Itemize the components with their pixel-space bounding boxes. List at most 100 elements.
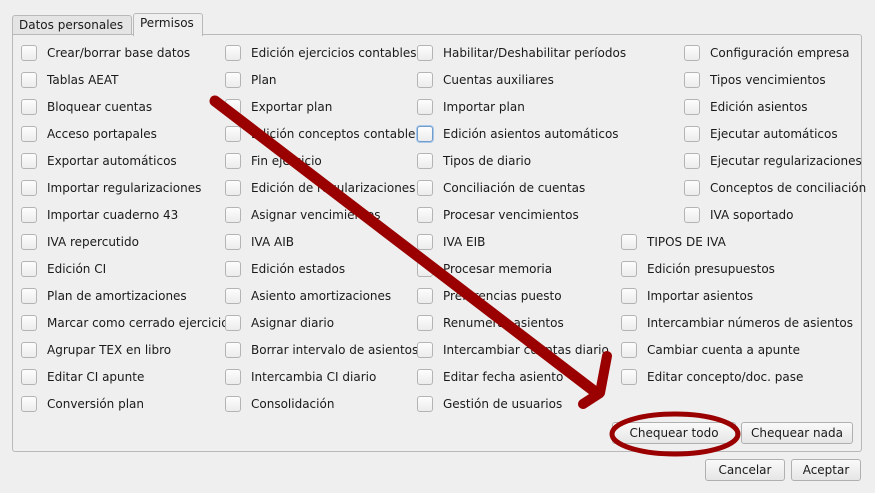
permission-checkbox[interactable]: Crear/borrar base datos (21, 42, 190, 64)
permission-checkbox[interactable]: IVA repercutido (21, 231, 139, 253)
permission-checkbox[interactable]: Plan (225, 69, 277, 91)
checkbox-box[interactable] (21, 180, 37, 196)
permission-checkbox[interactable]: Editar CI apunte (21, 366, 144, 388)
permission-checkbox[interactable]: Conversión plan (21, 393, 144, 415)
checkbox-box[interactable] (225, 234, 241, 250)
checkbox-box[interactable] (21, 99, 37, 115)
checkbox-box[interactable] (21, 342, 37, 358)
tab-permisos[interactable]: Permisos (133, 13, 203, 36)
checkbox-box[interactable] (621, 315, 637, 331)
checkbox-box[interactable] (225, 153, 241, 169)
permission-checkbox[interactable]: Gestión de usuarios (417, 393, 562, 415)
permission-checkbox[interactable]: Conciliación de cuentas (417, 177, 585, 199)
checkbox-box[interactable] (225, 207, 241, 223)
checkbox-box[interactable] (621, 342, 637, 358)
permission-checkbox[interactable]: Edición de regularizaciones (225, 177, 415, 199)
checkbox-box[interactable] (225, 342, 241, 358)
accept-button[interactable]: Aceptar (791, 459, 861, 481)
checkbox-box[interactable] (417, 126, 433, 142)
checkbox-box[interactable] (225, 126, 241, 142)
permission-checkbox[interactable]: Importar plan (417, 96, 525, 118)
checkbox-box[interactable] (621, 369, 637, 385)
checkbox-box[interactable] (417, 234, 433, 250)
checkbox-box[interactable] (225, 45, 241, 61)
permission-checkbox[interactable]: Tablas AEAT (21, 69, 118, 91)
permission-checkbox[interactable]: Renumerar asientos (417, 312, 564, 334)
checkbox-box[interactable] (417, 369, 433, 385)
checkbox-box[interactable] (225, 261, 241, 277)
permission-checkbox[interactable]: Exportar automáticos (21, 150, 177, 172)
permission-checkbox[interactable]: Plan de amortizaciones (21, 285, 187, 307)
checkbox-box[interactable] (21, 207, 37, 223)
checkbox-box[interactable] (684, 180, 700, 196)
checkbox-box[interactable] (621, 261, 637, 277)
permission-checkbox[interactable]: Edición conceptos contables (225, 123, 422, 145)
permission-checkbox[interactable]: Tipos de diario (417, 150, 531, 172)
checkbox-box[interactable] (417, 342, 433, 358)
permission-checkbox[interactable]: Fin ejercicio (225, 150, 322, 172)
permission-checkbox[interactable]: Edición asientos automáticos (417, 123, 619, 145)
checkbox-box[interactable] (417, 153, 433, 169)
checkbox-box[interactable] (225, 72, 241, 88)
checkbox-box[interactable] (21, 369, 37, 385)
checkbox-box[interactable] (417, 396, 433, 412)
checkbox-box[interactable] (684, 45, 700, 61)
checkbox-box[interactable] (417, 207, 433, 223)
checkbox-box[interactable] (684, 153, 700, 169)
permission-checkbox[interactable]: Configuración empresa (684, 42, 849, 64)
permission-checkbox[interactable]: Borrar intervalo de asientos (225, 339, 418, 361)
permission-checkbox[interactable]: Ejecutar regularizaciones (684, 150, 862, 172)
permission-checkbox[interactable]: Editar fecha asiento (417, 366, 563, 388)
checkbox-box[interactable] (417, 261, 433, 277)
checkbox-box[interactable] (417, 180, 433, 196)
checkbox-box[interactable] (21, 288, 37, 304)
checkbox-box[interactable] (417, 45, 433, 61)
permission-checkbox[interactable]: Edición CI (21, 258, 106, 280)
permission-checkbox[interactable]: Cambiar cuenta a apunte (621, 339, 800, 361)
permission-checkbox[interactable]: Asignar vencimientos (225, 204, 380, 226)
checkbox-box[interactable] (21, 396, 37, 412)
checkbox-box[interactable] (417, 315, 433, 331)
checkbox-box[interactable] (21, 153, 37, 169)
checkbox-box[interactable] (225, 369, 241, 385)
checkbox-box[interactable] (225, 180, 241, 196)
checkbox-box[interactable] (417, 72, 433, 88)
checkbox-box[interactable] (684, 72, 700, 88)
permission-checkbox[interactable]: IVA EIB (417, 231, 485, 253)
cancel-button[interactable]: Cancelar (705, 459, 785, 481)
checkbox-box[interactable] (21, 45, 37, 61)
permission-checkbox[interactable]: Tipos vencimientos (684, 69, 826, 91)
permission-checkbox[interactable]: Editar concepto/doc. pase (621, 366, 803, 388)
permission-checkbox[interactable]: Marcar como cerrado ejercicio (21, 312, 229, 334)
checkbox-box[interactable] (225, 288, 241, 304)
permission-checkbox[interactable]: Edición estados (225, 258, 345, 280)
checkbox-box[interactable] (417, 99, 433, 115)
permission-checkbox[interactable]: Ejecutar automáticos (684, 123, 838, 145)
checkbox-box[interactable] (21, 126, 37, 142)
permission-checkbox[interactable]: Intercambiar números de asientos (621, 312, 853, 334)
permission-checkbox[interactable]: Intercambiar cuentas diario (417, 339, 609, 361)
permission-checkbox[interactable]: Asiento amortizaciones (225, 285, 391, 307)
permission-checkbox[interactable]: Exportar plan (225, 96, 332, 118)
permission-checkbox[interactable]: Intercambia CI diario (225, 366, 376, 388)
permission-checkbox[interactable]: Importar asientos (621, 285, 753, 307)
checkbox-box[interactable] (21, 234, 37, 250)
checkbox-box[interactable] (21, 315, 37, 331)
checkbox-box[interactable] (621, 234, 637, 250)
permission-checkbox[interactable]: Agrupar TEX en libro (21, 339, 171, 361)
permission-checkbox[interactable]: Importar cuaderno 43 (21, 204, 178, 226)
permission-checkbox[interactable]: Acceso portapales (21, 123, 157, 145)
permission-checkbox[interactable]: Bloquear cuentas (21, 96, 152, 118)
permission-checkbox[interactable]: Consolidación (225, 393, 334, 415)
check-all-button[interactable]: Chequear todo (612, 422, 736, 444)
permission-checkbox[interactable]: Importar regularizaciones (21, 177, 201, 199)
checkbox-box[interactable] (21, 72, 37, 88)
permission-checkbox[interactable]: Edición asientos (684, 96, 807, 118)
permission-checkbox[interactable]: Preferencias puesto (417, 285, 562, 307)
permission-checkbox[interactable]: IVA soportado (684, 204, 794, 226)
permission-checkbox[interactable]: Conceptos de conciliación (684, 177, 866, 199)
checkbox-box[interactable] (621, 288, 637, 304)
permission-checkbox[interactable]: Asignar diario (225, 312, 334, 334)
check-none-button[interactable]: Chequear nada (741, 422, 853, 444)
permission-checkbox[interactable]: Habilitar/Deshabilitar períodos (417, 42, 626, 64)
